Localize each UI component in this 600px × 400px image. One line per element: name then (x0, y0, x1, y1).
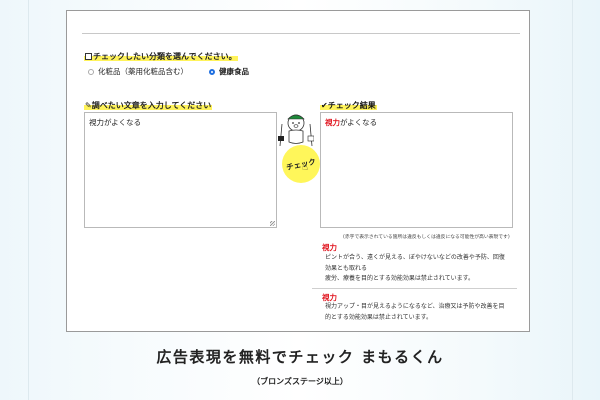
top-divider (82, 33, 520, 34)
result-description: 視力アップ・目が見えるようになるなど、治療又は予防や改善を目 的とする効能効果は… (325, 303, 505, 321)
pencil-icon: ✎ (85, 101, 92, 110)
bear-mascot-icon (278, 114, 314, 146)
radio-button[interactable] (88, 68, 94, 75)
bg-stripe (572, 0, 573, 400)
checkbox-icon (85, 53, 92, 60)
result-description: ピントが合う、遠くが見える、ぼやけないなどの改善や予防、回復 効果とも取れる 疲… (325, 254, 505, 282)
check-button[interactable]: チェック ☝ (282, 145, 320, 183)
radio-button-selected[interactable] (209, 68, 215, 75)
input-heading: ✎調べたい文章を入力してください (84, 101, 213, 110)
page-title: 広告表現を無料でチェック まもるくん (156, 348, 444, 366)
text-input-area[interactable]: 視力がよくなる (84, 112, 277, 228)
resize-grip[interactable] (270, 221, 275, 226)
result-divider (312, 288, 517, 289)
bg-stripe (28, 0, 29, 400)
page-subtitle: （ブロンズステージ以上） (252, 377, 348, 386)
result-term: 視力 (322, 243, 337, 252)
radio-health-food[interactable]: 健康食品 (209, 66, 249, 77)
result-heading: ✔チェック結果 (320, 101, 377, 110)
category-heading: チェックしたい分類を選んでください。 (84, 51, 238, 62)
pointer-hand-icon: ☝ (302, 162, 309, 173)
result-box: 視力がよくなる (320, 112, 513, 228)
radio-cosmetics[interactable]: 化粧品（薬用化粧品含む） (88, 66, 188, 77)
result-note: (赤字で表示されている箇所は違反もしくは違反になる可能性が高い表現です) (343, 235, 510, 240)
